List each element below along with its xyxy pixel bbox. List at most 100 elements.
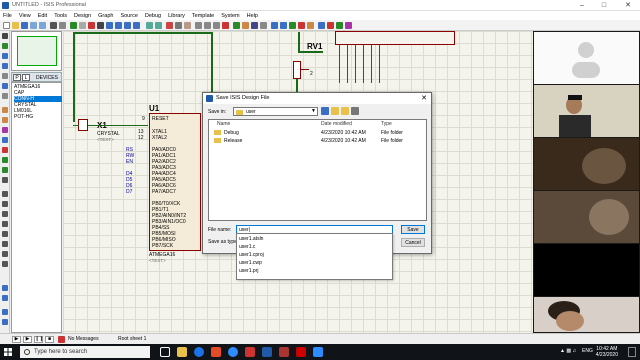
device-pot-hg[interactable]: POT-HG bbox=[14, 114, 62, 120]
video-tile[interactable] bbox=[534, 244, 639, 296]
2d-symbol-icon[interactable] bbox=[2, 251, 8, 257]
current-probe-icon[interactable] bbox=[2, 167, 8, 173]
minimize-button[interactable]: – bbox=[574, 0, 590, 11]
zoom-out-icon[interactable] bbox=[115, 22, 122, 29]
task-view-icon[interactable] bbox=[160, 347, 170, 357]
block-delete-icon[interactable] bbox=[222, 22, 229, 29]
generator-icon[interactable] bbox=[2, 147, 8, 153]
virtual-instrument-icon[interactable] bbox=[2, 177, 8, 183]
menu-tools[interactable]: Tools bbox=[54, 13, 67, 19]
tape-recorder-icon[interactable] bbox=[2, 137, 8, 143]
decompose-icon[interactable] bbox=[260, 22, 267, 29]
paste-icon[interactable] bbox=[184, 22, 191, 29]
2d-path-icon[interactable] bbox=[2, 231, 8, 237]
export-icon[interactable] bbox=[39, 22, 46, 29]
text-script-icon[interactable] bbox=[2, 73, 8, 79]
2d-arc-icon[interactable] bbox=[2, 221, 8, 227]
packaging-icon[interactable] bbox=[251, 22, 258, 29]
pause-button[interactable]: ❙❙ bbox=[34, 336, 43, 343]
overview-viewport[interactable] bbox=[17, 36, 57, 66]
isis-taskbar-icon[interactable] bbox=[262, 347, 272, 357]
device-pin-icon[interactable] bbox=[2, 117, 8, 123]
new-folder-icon[interactable] bbox=[341, 107, 349, 115]
column-name[interactable]: Name bbox=[217, 121, 230, 127]
windows-start-icon[interactable] bbox=[4, 348, 12, 356]
bus-icon[interactable] bbox=[2, 83, 8, 89]
browser-icon[interactable] bbox=[194, 347, 204, 357]
origin-icon[interactable] bbox=[88, 22, 95, 29]
undo-icon[interactable] bbox=[146, 22, 153, 29]
column-date-modified[interactable]: Date modified bbox=[321, 121, 352, 127]
taskbar-search-input[interactable]: Type here to search bbox=[20, 346, 150, 358]
menu-source[interactable]: Source bbox=[120, 13, 137, 19]
area-icon[interactable] bbox=[59, 22, 66, 29]
search-tag-icon[interactable] bbox=[280, 22, 287, 29]
cancel-button[interactable]: Cancel bbox=[401, 238, 425, 247]
mirror-x-icon[interactable] bbox=[2, 309, 8, 315]
rotate-ccw-icon[interactable] bbox=[2, 295, 8, 301]
maximize-button[interactable]: □ bbox=[596, 0, 612, 11]
potentiometer-rv1[interactable] bbox=[293, 61, 301, 79]
block-rotate-icon[interactable] bbox=[213, 22, 220, 29]
cut-icon[interactable] bbox=[166, 22, 173, 29]
zoom-icon[interactable] bbox=[313, 347, 323, 357]
net-label-en[interactable]: EN bbox=[126, 159, 133, 165]
suggestion-item[interactable]: user1.cwp bbox=[239, 260, 262, 266]
overview-window[interactable] bbox=[11, 31, 62, 71]
import-icon[interactable] bbox=[30, 22, 37, 29]
erc-icon[interactable] bbox=[336, 22, 343, 29]
menu-library[interactable]: Library bbox=[168, 13, 185, 19]
app-icon-fx[interactable] bbox=[296, 347, 306, 357]
2d-text-icon[interactable] bbox=[2, 241, 8, 247]
up-folder-icon[interactable] bbox=[331, 107, 339, 115]
video-tile[interactable] bbox=[534, 297, 639, 332]
terminal-icon[interactable] bbox=[2, 107, 8, 113]
dialog-close-icon[interactable]: ✕ bbox=[421, 94, 427, 102]
app-icon-isis[interactable] bbox=[279, 347, 289, 357]
2d-marker-icon[interactable] bbox=[2, 261, 8, 267]
2d-circle-icon[interactable] bbox=[2, 211, 8, 217]
print-icon[interactable] bbox=[50, 22, 57, 29]
crystal-x1[interactable] bbox=[78, 119, 88, 131]
redo-icon[interactable] bbox=[155, 22, 162, 29]
menu-debug[interactable]: Debug bbox=[145, 13, 161, 19]
file-explorer-icon[interactable] bbox=[177, 347, 187, 357]
step-button[interactable]: ▶ bbox=[23, 336, 32, 343]
rotate-cw-icon[interactable] bbox=[2, 285, 8, 291]
stop-button[interactable]: ■ bbox=[45, 336, 54, 343]
zoom-area-icon[interactable] bbox=[133, 22, 140, 29]
save-in-dropdown[interactable]: user ▼ bbox=[233, 107, 318, 116]
suggestion-item[interactable]: user1.atsln bbox=[239, 236, 263, 242]
new-sheet-icon[interactable] bbox=[298, 22, 305, 29]
refresh-icon[interactable] bbox=[70, 22, 77, 29]
mirror-y-icon[interactable] bbox=[2, 319, 8, 325]
video-tile[interactable] bbox=[534, 191, 639, 243]
menu-system[interactable]: System bbox=[221, 13, 239, 19]
play-button[interactable]: ▶ bbox=[12, 336, 21, 343]
store-icon[interactable] bbox=[211, 347, 221, 357]
video-tile[interactable] bbox=[534, 85, 639, 137]
component-mode-icon[interactable] bbox=[2, 43, 8, 49]
notification-icon[interactable] bbox=[628, 347, 636, 357]
copy-icon[interactable] bbox=[175, 22, 182, 29]
new-file-icon[interactable] bbox=[3, 22, 10, 29]
library-manager-button[interactable]: L bbox=[22, 74, 30, 81]
block-move-icon[interactable] bbox=[204, 22, 211, 29]
junction-icon[interactable] bbox=[2, 53, 8, 59]
make-device-icon[interactable] bbox=[242, 22, 249, 29]
view-menu-icon[interactable] bbox=[351, 107, 359, 115]
tray-icons[interactable]: ▲ ▩ ♫ bbox=[560, 348, 576, 354]
lcd-lm016l[interactable] bbox=[335, 31, 455, 45]
video-tile[interactable] bbox=[534, 138, 639, 190]
pan-icon[interactable] bbox=[97, 22, 104, 29]
property-tool-icon[interactable] bbox=[289, 22, 296, 29]
subcircuit-icon[interactable] bbox=[2, 93, 8, 99]
back-icon[interactable] bbox=[321, 107, 329, 115]
2d-box-icon[interactable] bbox=[2, 201, 8, 207]
selection-mode-icon[interactable] bbox=[2, 33, 8, 39]
suggestion-item[interactable]: user1.cproj bbox=[239, 252, 264, 258]
column-type[interactable]: Type bbox=[381, 121, 392, 127]
menu-graph[interactable]: Graph bbox=[98, 13, 113, 19]
language-indicator[interactable]: ENG bbox=[582, 348, 593, 354]
menu-help[interactable]: Help bbox=[247, 13, 258, 19]
